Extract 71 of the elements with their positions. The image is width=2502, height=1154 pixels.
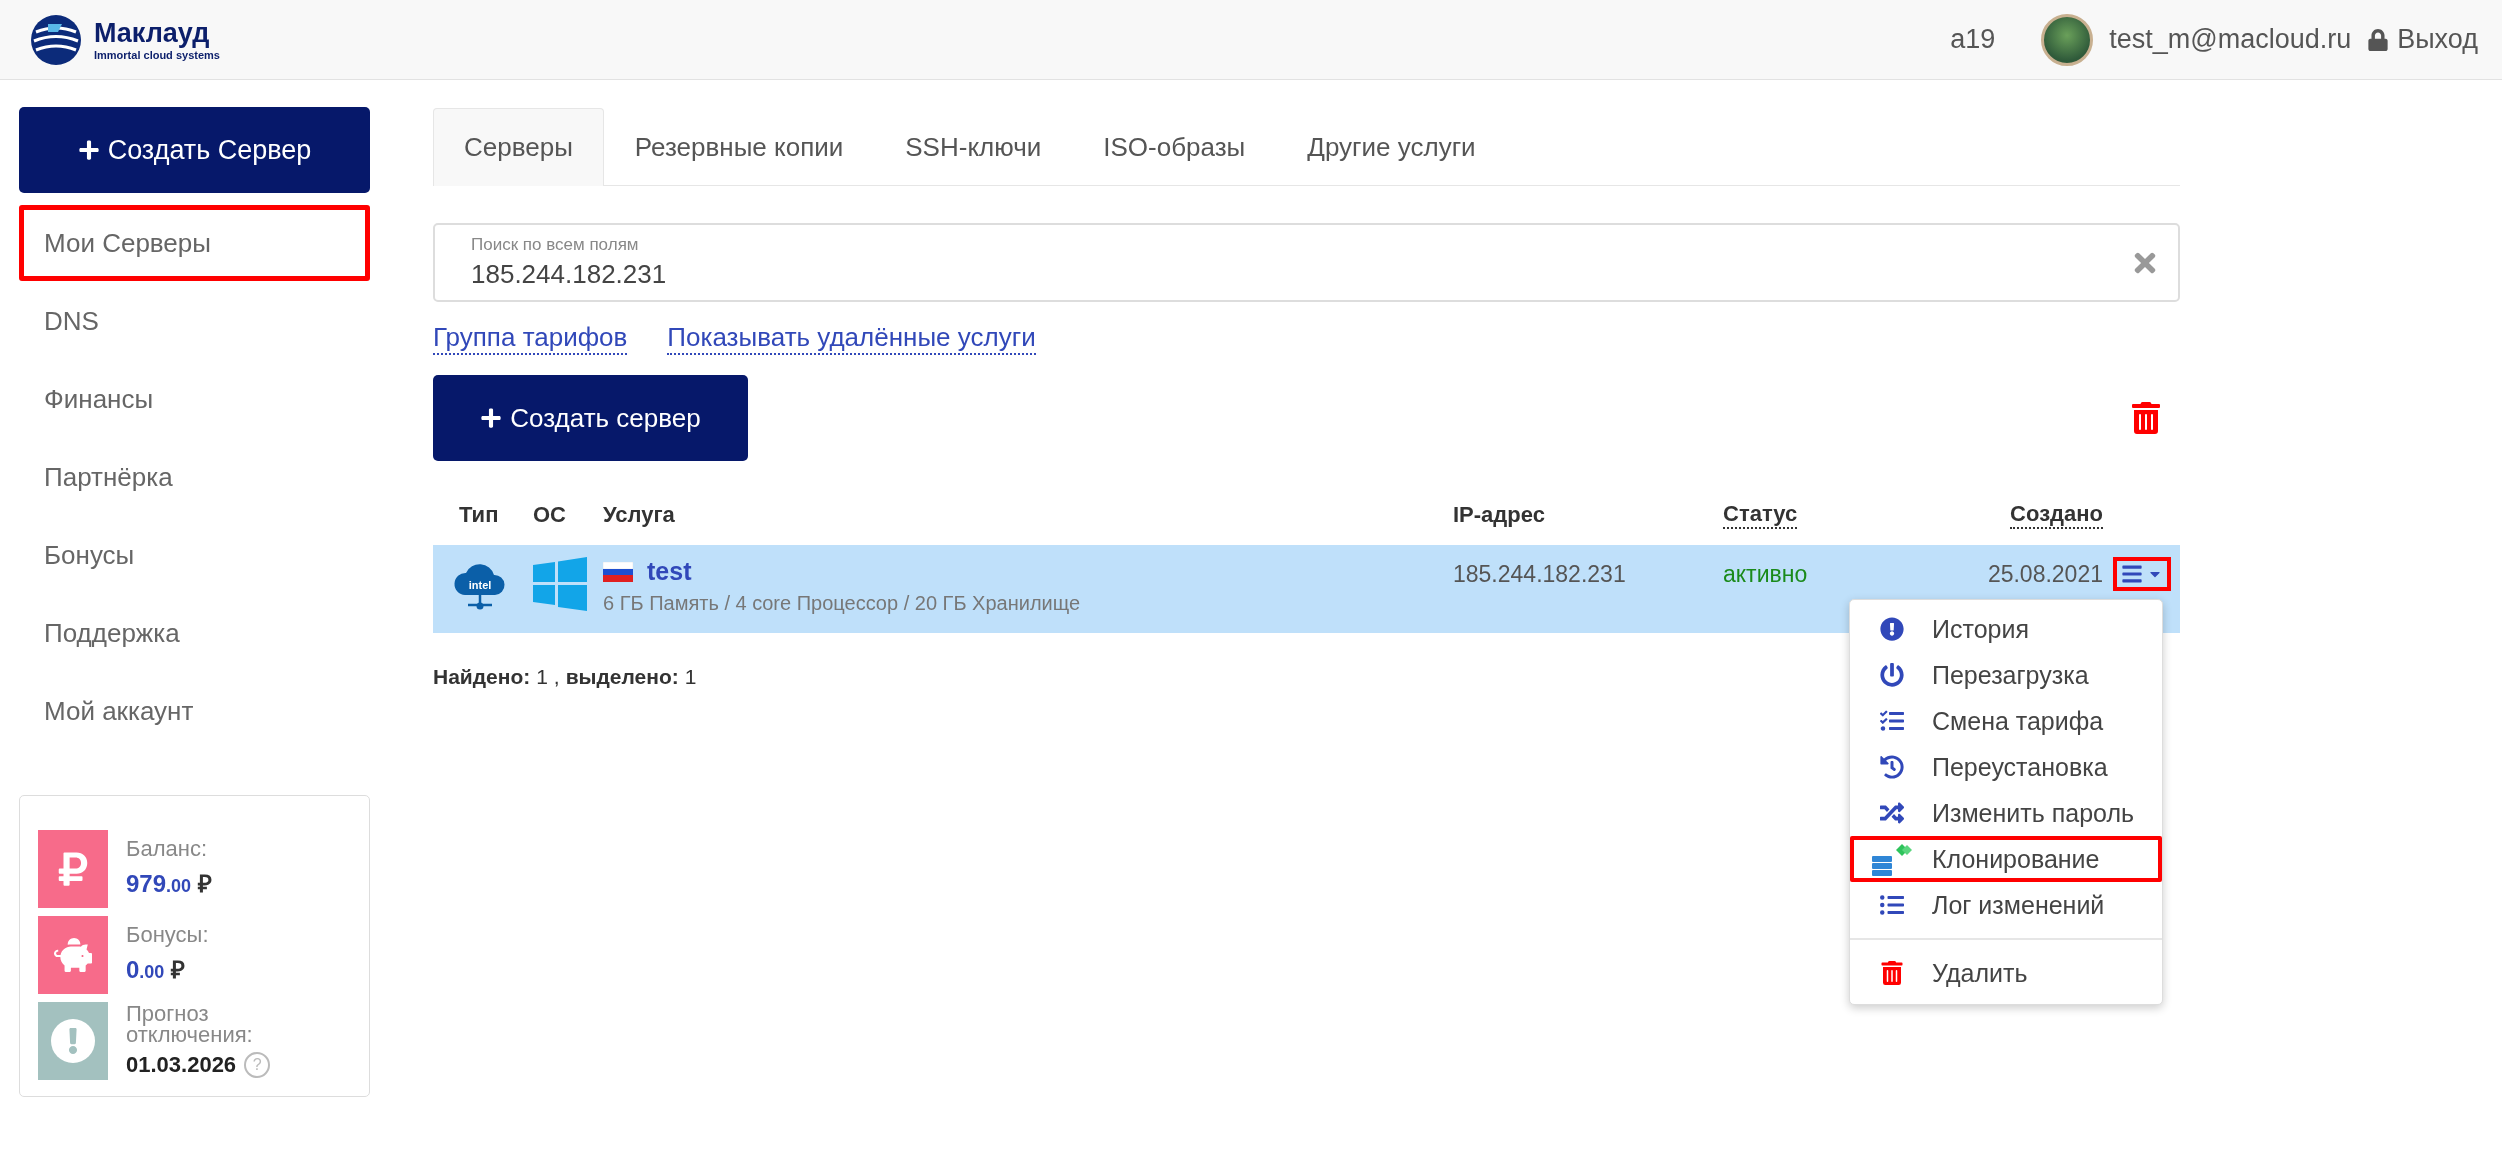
service-name-link[interactable]: test — [647, 557, 692, 586]
filter-link[interactable]: Группа тарифов — [433, 322, 628, 355]
account-id: a19 — [1950, 24, 1996, 55]
sidebar-item[interactable]: Поддержка — [19, 595, 370, 671]
filter-link[interactable]: Показывать удалённые услуги — [667, 322, 1036, 355]
logout-link[interactable]: Выход — [2367, 24, 2478, 55]
balance-amount: 0.00 ₽ — [126, 954, 187, 985]
menu-item[interactable]: Удалить — [1850, 950, 2162, 996]
column-header: IP-адрес — [1453, 502, 1545, 528]
warning-icon — [38, 1002, 108, 1080]
search-label: Поиск по всем полям — [471, 235, 639, 255]
tab[interactable]: ISO-образы — [1072, 108, 1277, 186]
ruble-icon — [38, 830, 108, 908]
tab[interactable]: Другие услуги — [1276, 108, 1507, 186]
status-text: активно — [1723, 560, 1808, 588]
column-header: Услуга — [603, 502, 675, 528]
create-server-button[interactable]: Создать Сервер — [19, 107, 370, 193]
balance-label: Бонусы: — [126, 925, 210, 946]
tab[interactable]: SSH-ключи — [874, 108, 1073, 186]
trash-icon — [1880, 961, 1904, 985]
menu-item[interactable]: Смена тарифа — [1850, 698, 2162, 744]
found-count: 1 , — [536, 665, 560, 689]
history-icon — [1880, 755, 1904, 779]
flag-icon — [603, 561, 633, 582]
column-header[interactable]: Создано — [2010, 501, 2103, 529]
sidebar-item[interactable]: Финансы — [19, 361, 370, 437]
menu-item[interactable]: Переустановка — [1850, 744, 2162, 790]
user-email[interactable]: test_m@macloud.ru — [2109, 24, 2352, 55]
search-box[interactable]: Поиск по всем полям 185.244.182.231 — [433, 223, 2180, 302]
sidebar-item[interactable]: Бонусы — [19, 517, 370, 593]
sidebar-item[interactable]: Мой аккаунт — [19, 673, 370, 749]
create-server-button[interactable]: Создать сервер — [433, 375, 748, 461]
ip-address: 185.244.182.231 — [1453, 560, 1626, 588]
tab[interactable]: Серверы — [433, 108, 604, 186]
menu-item[interactable]: Перезагрузка — [1850, 652, 2162, 698]
logo-icon — [30, 13, 82, 66]
piggy-bank-icon — [38, 916, 108, 994]
selected-count: 1 — [684, 665, 697, 689]
selected-label: выделено: — [565, 665, 679, 689]
brand-name: Маклауд — [94, 18, 211, 49]
checklist-icon — [1880, 709, 1904, 733]
sidebar-item[interactable]: Партнёрка — [19, 439, 370, 515]
sidebar-item[interactable]: Мои Серверы — [19, 205, 370, 281]
power-icon — [1880, 663, 1904, 687]
balance-label: Баланс: — [126, 839, 208, 860]
plus-icon — [480, 407, 503, 429]
info-icon — [1880, 617, 1904, 641]
balance-label: Прогноз отключения: — [126, 1004, 254, 1046]
menu-item[interactable]: Изменить пароль — [1850, 790, 2162, 836]
plus-icon — [77, 139, 100, 161]
column-header[interactable]: Статус — [1723, 501, 1798, 529]
menu-icon — [2120, 563, 2143, 585]
trash-icon[interactable] — [2130, 402, 2162, 434]
brand-tagline: Immortal cloud systems — [94, 49, 220, 61]
shuffle-icon — [1880, 801, 1904, 825]
menu-item[interactable]: Лог изменений — [1850, 882, 2162, 928]
found-label: Найдено: — [433, 665, 531, 689]
row-menu-button[interactable] — [2112, 557, 2171, 591]
created-date: 25.08.2021 — [1987, 560, 2103, 588]
tab[interactable]: Резервные копии — [603, 108, 875, 186]
service-specs: 6 ГБ Память / 4 core Процессор / 20 ГБ Хранилище — [603, 592, 1082, 615]
list-icon — [1880, 893, 1904, 917]
column-header: Тип — [458, 502, 499, 528]
windows-icon — [533, 557, 587, 611]
lock-icon — [2367, 28, 2390, 51]
column-header: ОС — [533, 502, 566, 528]
sidebar-item[interactable]: DNS — [19, 283, 370, 359]
menu-item[interactable]: Клонирование — [1850, 836, 2162, 882]
cutoff-date: 01.03.2026 — [126, 1051, 237, 1078]
server-clone-icon — [1872, 842, 1912, 876]
balance-amount: 979.00 ₽ — [126, 868, 213, 899]
